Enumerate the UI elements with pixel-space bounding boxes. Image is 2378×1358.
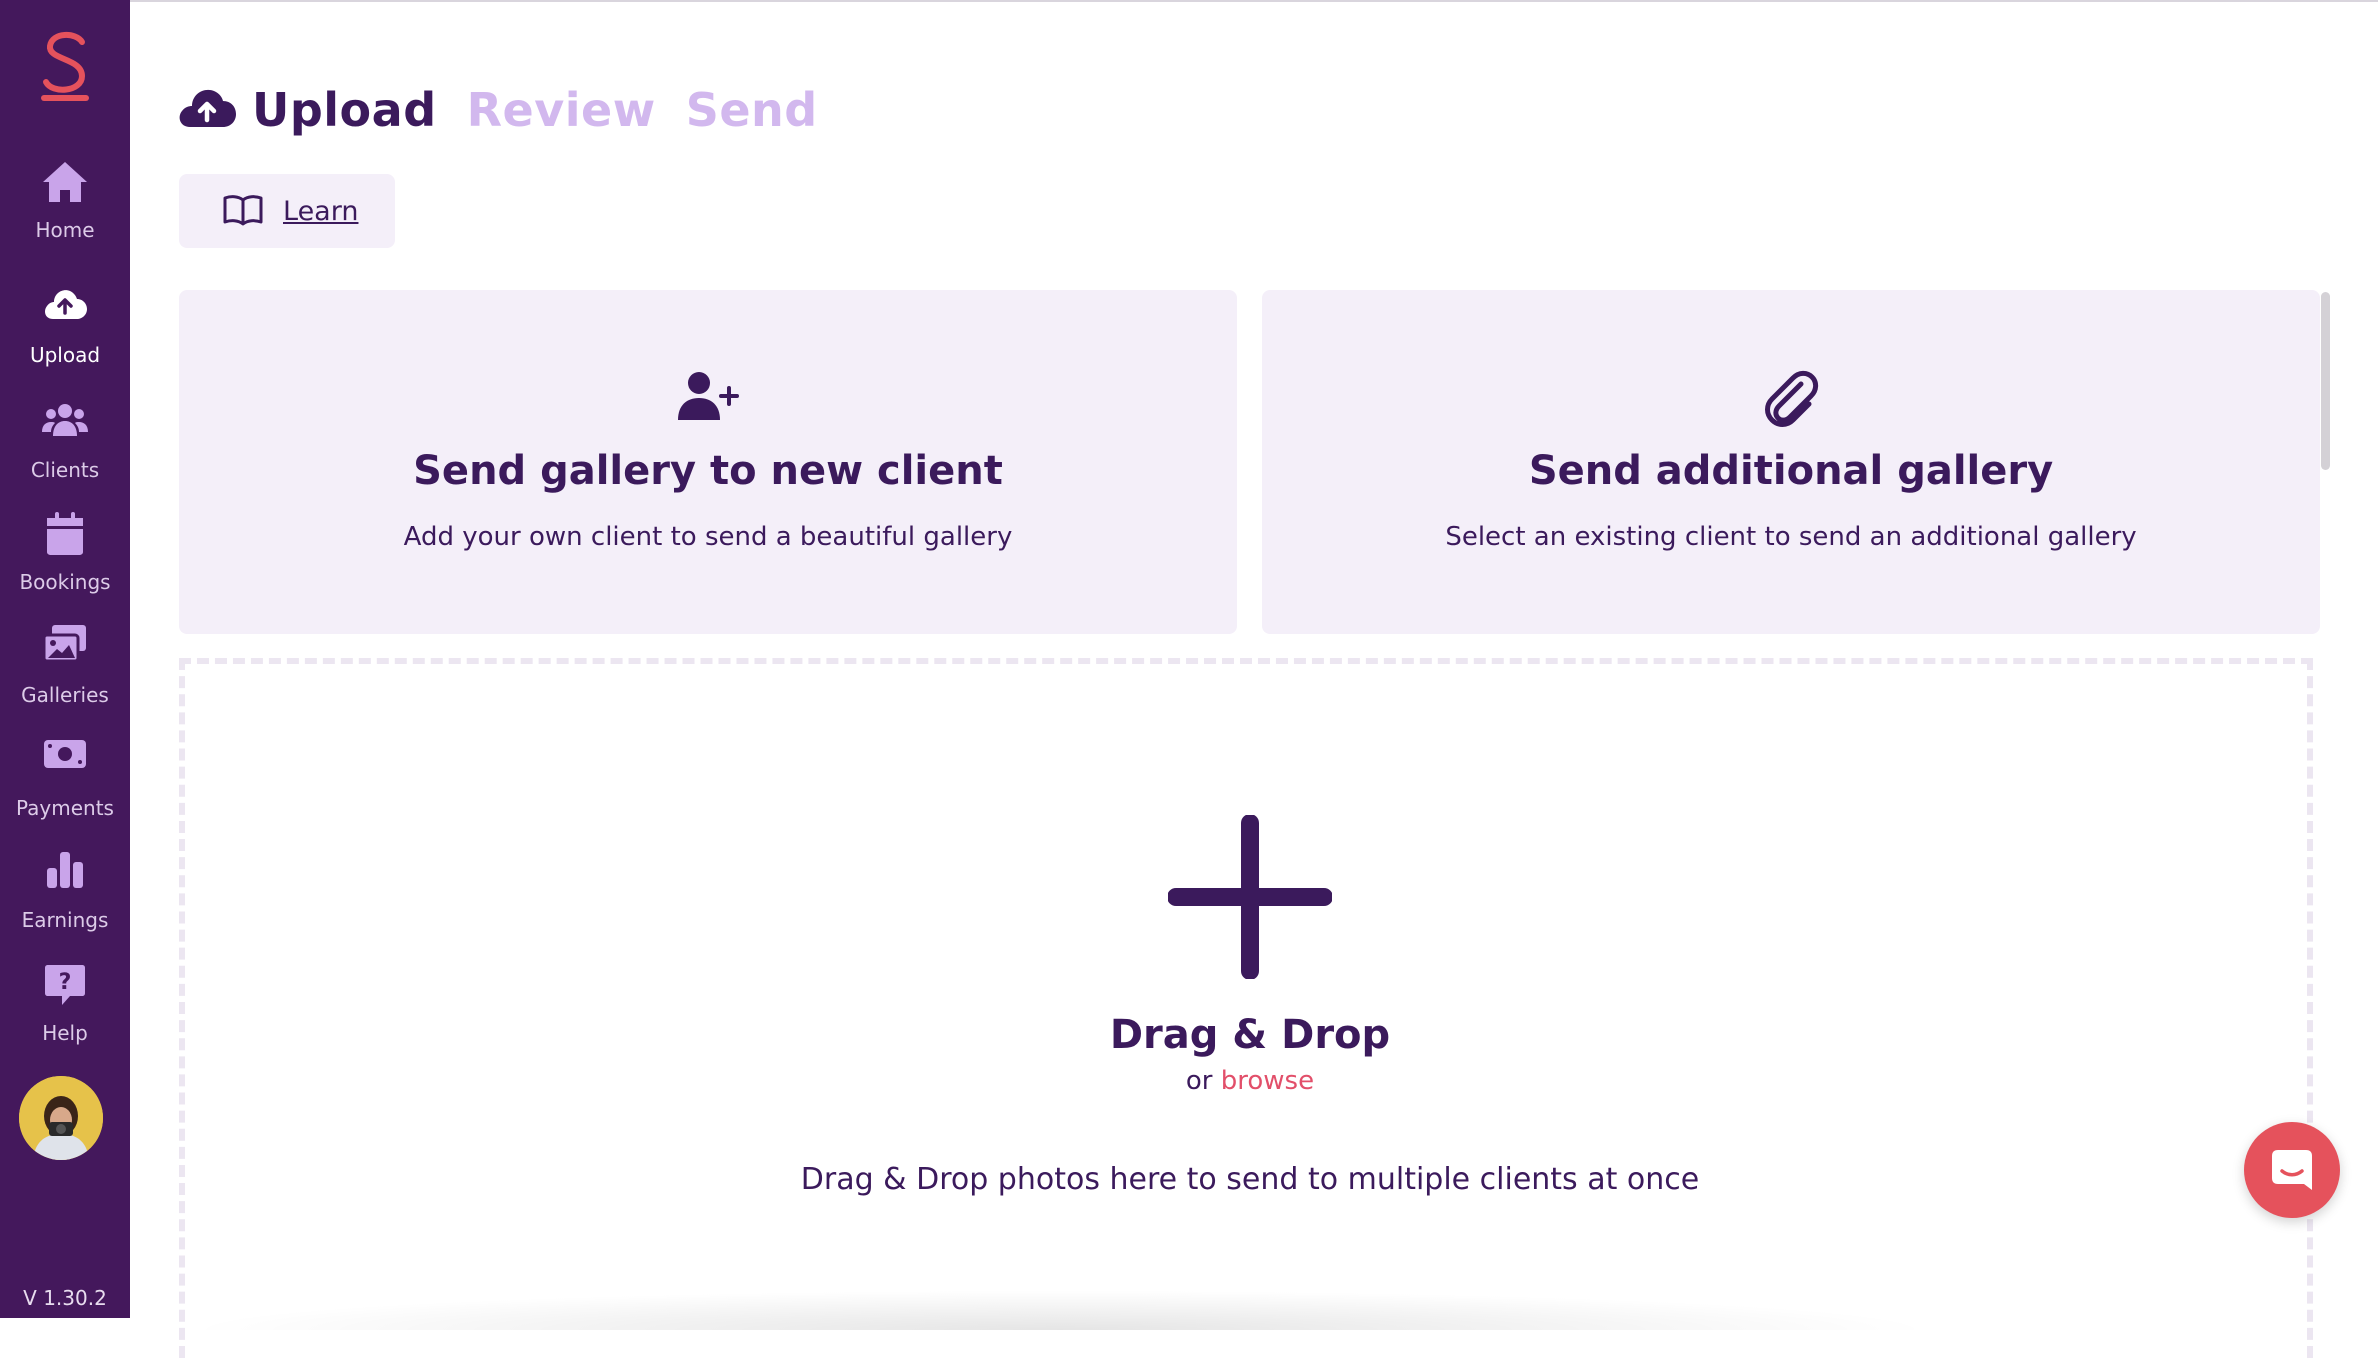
sidebar-item-upload[interactable]: Upload: [0, 285, 130, 385]
avatar[interactable]: [19, 1076, 103, 1160]
sidebar: Home Upload Clients Bookings Galleries P…: [0, 0, 130, 1318]
app-version: V 1.30.2: [23, 1286, 107, 1310]
sidebar-item-label: Upload: [29, 343, 101, 367]
sidebar-item-home[interactable]: Home: [0, 160, 130, 260]
sidebar-item-payments[interactable]: Payments: [0, 738, 130, 838]
sidebar-item-label: Earnings: [21, 908, 109, 932]
cloud-upload-step-icon: [176, 85, 238, 135]
paperclip-icon: [1262, 370, 2320, 430]
bar-chart-icon: [0, 850, 130, 902]
step-send: Send: [685, 83, 818, 137]
help-icon: ?: [0, 963, 130, 1015]
sidebar-item-bookings[interactable]: Bookings: [0, 512, 130, 612]
sidebar-item-label: Home: [35, 218, 95, 242]
browse-line: or browse: [1050, 1066, 1450, 1096]
step-upload: Upload: [252, 83, 437, 137]
bottom-shadow: [180, 1290, 1940, 1330]
home-icon: [0, 160, 130, 212]
svg-text:?: ?: [59, 970, 72, 995]
sidebar-item-help[interactable]: ? Help: [0, 963, 130, 1063]
window-top-border: [0, 0, 2378, 2]
sidebar-item-label: Payments: [16, 796, 114, 820]
scrollbar-thumb[interactable]: [2321, 292, 2330, 470]
drop-zone-description: Drag & Drop photos here to send to multi…: [800, 1162, 1700, 1197]
sidebar-item-galleries[interactable]: Galleries: [0, 625, 130, 725]
users-icon: [0, 400, 130, 452]
cloud-upload-icon: [0, 285, 130, 337]
user-plus-icon: [179, 370, 1237, 430]
or-text: or: [1185, 1066, 1213, 1096]
drop-zone[interactable]: [179, 658, 2313, 1358]
send-gallery-new-client-card[interactable]: Send gallery to new client Add your own …: [179, 290, 1237, 634]
card-subtitle: Select an existing client to send an add…: [1445, 522, 2137, 552]
plus-icon[interactable]: [1167, 814, 1333, 983]
learn-label: Learn: [283, 196, 359, 227]
step-review: Review: [466, 83, 656, 137]
send-additional-gallery-card[interactable]: Send additional gallery Select an existi…: [1262, 290, 2320, 634]
sidebar-item-earnings[interactable]: Earnings: [0, 850, 130, 950]
sidebar-item-label: Bookings: [19, 570, 111, 594]
calendar-icon: [0, 512, 130, 564]
chat-launcher-button[interactable]: [2244, 1122, 2340, 1218]
images-icon: [0, 625, 130, 677]
step-header: Upload Review Send: [176, 80, 848, 140]
drag-drop-title: Drag & Drop: [1109, 1012, 1391, 1058]
card-subtitle: Add your own client to send a beautiful …: [403, 522, 1013, 552]
browse-link[interactable]: browse: [1221, 1066, 1314, 1096]
learn-button[interactable]: Learn: [179, 174, 395, 248]
money-icon: [0, 738, 130, 790]
card-title: Send additional gallery: [1528, 448, 2054, 494]
card-title: Send gallery to new client: [413, 448, 1003, 494]
sidebar-item-label: Help: [42, 1021, 88, 1045]
book-icon: [223, 194, 263, 230]
app-logo[interactable]: [30, 24, 100, 104]
sidebar-item-label: Galleries: [21, 683, 109, 707]
sidebar-item-clients[interactable]: Clients: [0, 400, 130, 500]
sidebar-item-label: Clients: [30, 458, 100, 482]
